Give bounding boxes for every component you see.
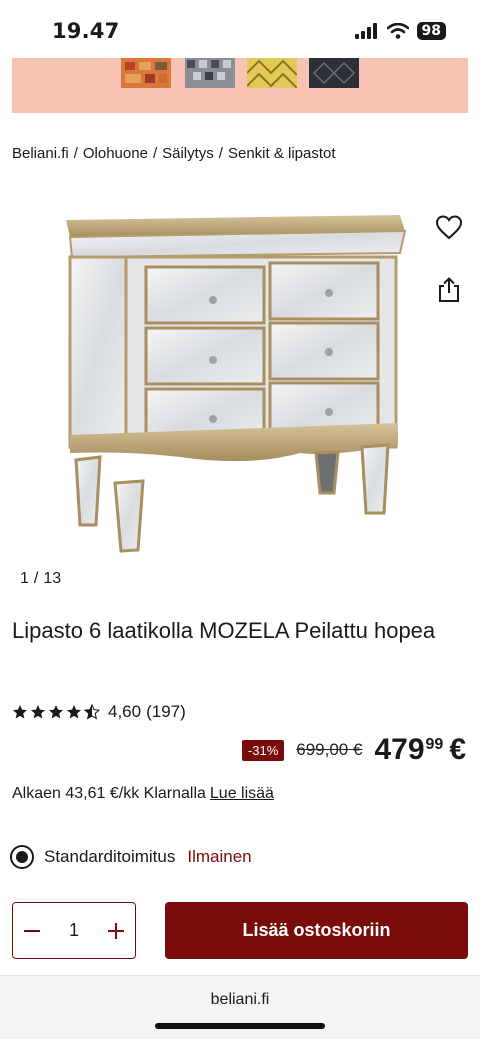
breadcrumb-separator: / [73, 145, 78, 162]
product-title: Lipasto 6 laatikolla MOZELA Peilattu hop… [12, 618, 436, 643]
star-icon [49, 705, 63, 719]
swatch-orange-pattern[interactable] [121, 58, 171, 88]
shipping-label: Standarditoimitus [44, 847, 176, 866]
status-bar: 19.47 98 [0, 0, 480, 58]
product-rating[interactable]: 4,60 (197) [12, 702, 186, 722]
shipping-option[interactable]: Standarditoimitus Ilmainen [10, 845, 252, 869]
breadcrumb-link-home[interactable]: Beliani.fi [12, 145, 69, 162]
promo-banner[interactable] [12, 58, 468, 113]
heart-icon[interactable] [436, 215, 462, 241]
breadcrumb-link-storage[interactable]: Säilytys [162, 145, 214, 162]
breadcrumb-separator: / [218, 145, 223, 162]
swatch-yellow-pattern[interactable] [247, 58, 297, 88]
current-price: 479 99 € [374, 733, 466, 767]
radio-selected-dot [16, 851, 28, 863]
discount-badge: -31% [241, 739, 285, 761]
star-icon [31, 705, 45, 719]
breadcrumb: Beliani.fi / Olohuone / Säilytys / Senki… [12, 145, 336, 162]
status-time: 19.47 [52, 19, 120, 43]
browser-footer: beliani.fi [0, 975, 480, 1039]
price-currency: € [449, 733, 466, 766]
price-main: 479 [374, 733, 425, 766]
breadcrumb-link-living-room[interactable]: Olohuone [83, 145, 148, 162]
image-counter-total: 13 [43, 570, 62, 587]
image-counter-separator: / [33, 570, 39, 587]
add-to-cart-button[interactable]: Lisää ostoskoriin [165, 902, 468, 959]
swatch-grey-pattern[interactable] [185, 58, 235, 88]
signal-icon [354, 23, 377, 39]
price-cents: 99 [425, 736, 444, 753]
url-bar[interactable]: beliani.fi [0, 991, 480, 1009]
plus-icon[interactable] [103, 918, 129, 944]
battery-indicator: 98 [416, 22, 446, 40]
star-icon [67, 705, 81, 719]
image-counter: 1 / 13 [20, 570, 61, 588]
swatch-dark-pattern[interactable] [309, 58, 359, 88]
wifi-icon [386, 23, 409, 39]
minus-icon[interactable] [19, 918, 45, 944]
shipping-cost: Ilmainen [187, 847, 252, 866]
price-row: -31% 699,00 € 479 99 € [241, 733, 466, 767]
half-star-icon [84, 704, 100, 720]
review-count: (197) [146, 702, 186, 721]
quantity-value[interactable]: 1 [69, 920, 79, 941]
rating-value: 4,60 [108, 702, 142, 721]
image-counter-current: 1 [20, 570, 29, 587]
shipping-radio[interactable] [10, 845, 34, 869]
share-icon[interactable] [437, 277, 461, 303]
product-image[interactable] [0, 195, 480, 565]
klarna-info: Alkaen 43,61 €/kk Klarnalla Lue lisää [12, 785, 274, 803]
klarna-text: Alkaen 43,61 €/kk Klarnalla [12, 785, 206, 802]
breadcrumb-link-sideboards[interactable]: Senkit & lipastot [228, 145, 336, 162]
klarna-read-more-link[interactable]: Lue lisää [210, 785, 274, 803]
quantity-stepper[interactable]: 1 [12, 902, 136, 959]
status-icons: 98 [354, 22, 446, 40]
rating-stars [12, 704, 100, 720]
star-icon [13, 705, 27, 719]
old-price: 699,00 € [296, 740, 363, 759]
home-indicator[interactable] [155, 1023, 325, 1029]
breadcrumb-separator: / [152, 145, 158, 162]
